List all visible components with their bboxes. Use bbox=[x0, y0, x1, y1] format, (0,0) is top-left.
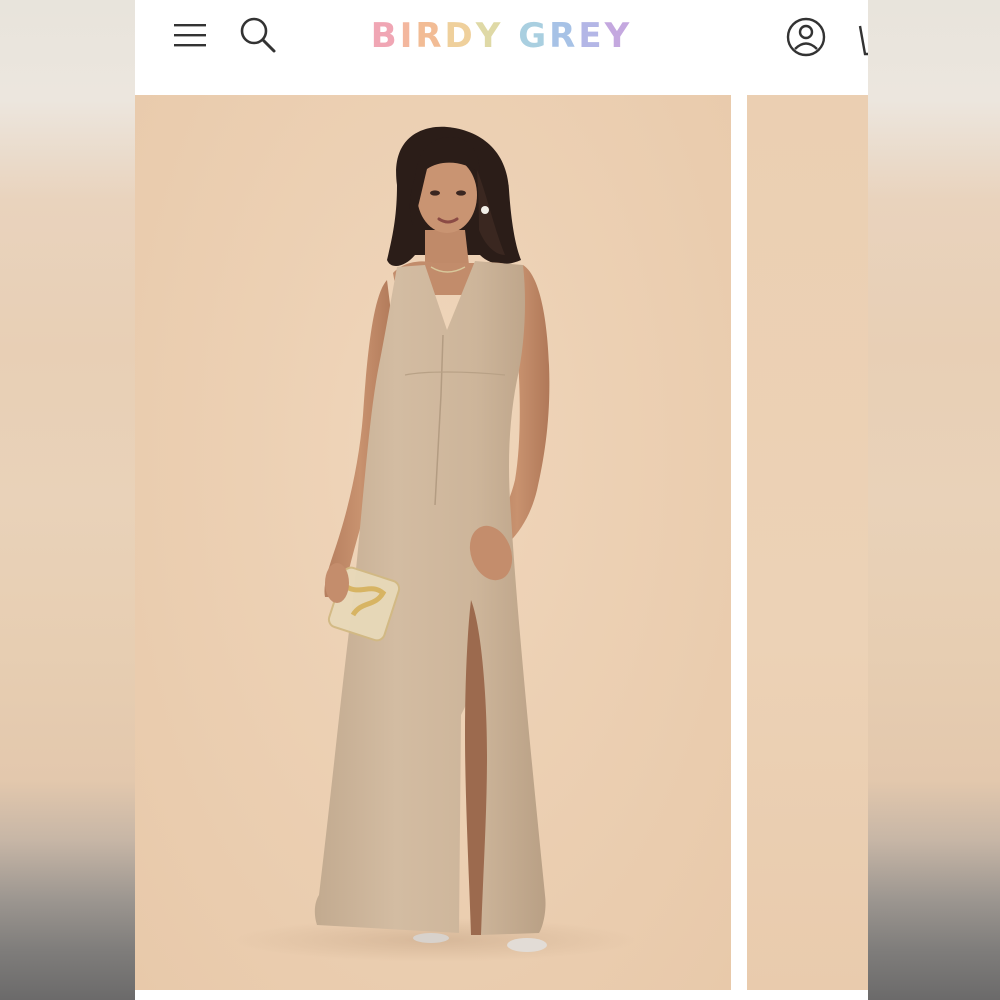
brand-letter: Y bbox=[604, 16, 633, 56]
site-header: BIRDY GREY bbox=[135, 0, 868, 95]
menu-button[interactable] bbox=[173, 20, 207, 50]
blurred-backdrop-right bbox=[868, 0, 1000, 1000]
product-photo-main[interactable] bbox=[135, 95, 731, 990]
product-image-carousel[interactable] bbox=[135, 95, 868, 1000]
cart-button[interactable] bbox=[857, 18, 868, 58]
search-icon bbox=[240, 17, 276, 53]
screenshot-frame: BIRDY GREY bbox=[0, 0, 1000, 1000]
blurred-backdrop-left bbox=[0, 0, 135, 1000]
brand-letter: E bbox=[578, 16, 605, 56]
cart-icon bbox=[858, 25, 868, 56]
product-photo-next-peek[interactable] bbox=[747, 95, 868, 990]
brand-letter: G bbox=[518, 16, 550, 56]
brand-letter: R bbox=[549, 16, 579, 56]
brand-letter: I bbox=[399, 16, 416, 56]
brand-letter: D bbox=[444, 16, 476, 56]
brand-letter: B bbox=[370, 16, 400, 56]
account-button[interactable] bbox=[785, 16, 827, 58]
account-icon bbox=[786, 17, 826, 57]
brand-letter: Y bbox=[475, 16, 504, 56]
brand-letter bbox=[503, 14, 518, 58]
mobile-page: BIRDY GREY bbox=[135, 0, 868, 1000]
brand-logo[interactable]: BIRDY GREY bbox=[335, 14, 668, 58]
brand-letter: R bbox=[415, 16, 445, 56]
search-button[interactable] bbox=[238, 15, 278, 55]
menu-icon bbox=[174, 24, 206, 47]
model-in-dress-illustration bbox=[235, 126, 635, 962]
